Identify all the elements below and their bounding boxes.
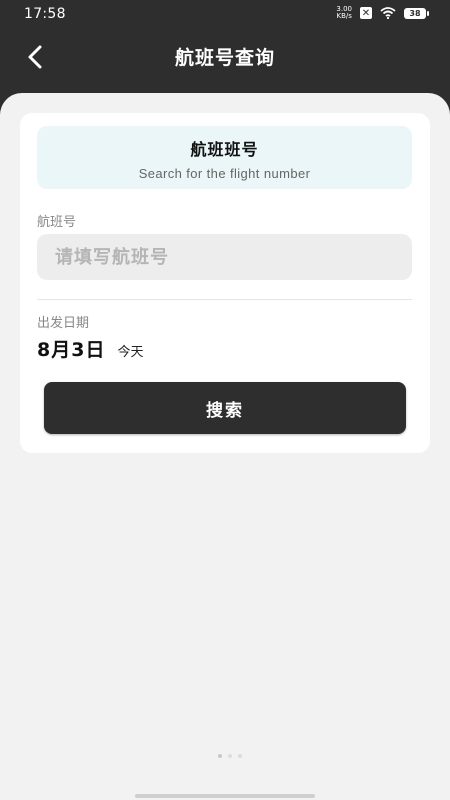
battery-icon: 38 xyxy=(404,7,429,19)
page-indicator xyxy=(218,754,242,758)
search-card: 航班班号 Search for the flight number 航班号 出发… xyxy=(20,113,430,453)
wifi-icon xyxy=(380,7,396,19)
net-speed-indicator: 3.00 KB/s xyxy=(336,6,352,20)
page-dot xyxy=(238,754,242,758)
page-dot xyxy=(218,754,222,758)
date-today-note: 今天 xyxy=(117,345,144,360)
page-title: 航班号查询 xyxy=(174,47,275,69)
status-icons: 3.00 KB/s ✕ 38 xyxy=(336,6,429,20)
card-header-title: 航班班号 xyxy=(190,140,259,159)
departure-date-label: 出发日期 xyxy=(37,316,90,331)
status-time: 17:58 xyxy=(24,6,66,22)
departure-date-value: 8月3日 xyxy=(37,339,106,361)
nav-bar: 航班号查询 xyxy=(0,30,450,84)
card-header-subtitle: Search for the flight number xyxy=(138,166,311,181)
home-indicator xyxy=(135,794,315,798)
page-dot xyxy=(228,754,232,758)
departure-date-selector[interactable]: 8月3日 今天 xyxy=(37,335,143,362)
close-notification-icon: ✕ xyxy=(360,7,372,19)
app-screen: 17:58 3.00 KB/s ✕ 38 航班号查询 航班班号 Search f… xyxy=(0,0,450,800)
search-button[interactable]: 搜索 xyxy=(44,382,406,434)
net-speed-unit: KB/s xyxy=(336,12,352,20)
flight-number-input[interactable] xyxy=(37,234,412,280)
divider xyxy=(37,299,412,300)
status-bar: 17:58 3.00 KB/s ✕ 38 xyxy=(0,0,450,30)
card-header: 航班班号 Search for the flight number xyxy=(37,126,412,189)
flight-number-label: 航班号 xyxy=(37,215,77,230)
